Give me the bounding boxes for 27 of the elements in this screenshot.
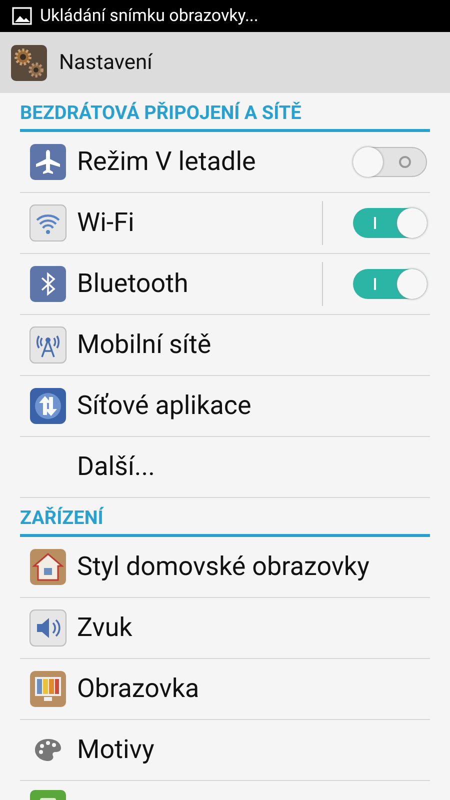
setting-label[interactable]: Styl domovské obrazovky (77, 552, 430, 582)
image-icon (12, 7, 32, 25)
globe-arrows-icon (29, 387, 67, 425)
setting-label[interactable]: Obrazovka (77, 674, 430, 704)
app-title: Nastavení (59, 50, 152, 74)
toggle-switch[interactable] (353, 147, 427, 177)
toggle-switch[interactable] (353, 269, 427, 299)
house-icon (29, 548, 67, 586)
setting-label[interactable]: Síťové aplikace (77, 391, 430, 421)
antenna-icon (29, 326, 67, 364)
section-header: BEZDRÁTOVÁ PŘIPOJENÍ A SÍTĚ (20, 101, 302, 124)
toggle-switch[interactable] (353, 208, 427, 238)
notification-text: Ukládání snímku obrazovky... (40, 6, 258, 26)
setting-label[interactable]: Další... (77, 452, 430, 482)
setting-label[interactable]: Bluetooth (77, 269, 312, 299)
speaker-icon (29, 609, 67, 647)
setting-label[interactable]: Wi-Fi (77, 208, 312, 238)
bluetooth-icon (29, 265, 67, 303)
wifi-icon (29, 204, 67, 242)
gears-icon[interactable] (10, 44, 48, 82)
setting-label[interactable]: Mobilní sítě (77, 330, 430, 360)
setting-label[interactable]: Motivy (77, 735, 430, 765)
monitor-icon (29, 670, 67, 708)
section-header: ZAŘÍZENÍ (20, 506, 104, 529)
setting-label[interactable]: Režim V letadle (77, 147, 343, 177)
airplane-icon (29, 143, 67, 181)
setting-label[interactable]: Zvuk (77, 613, 430, 643)
